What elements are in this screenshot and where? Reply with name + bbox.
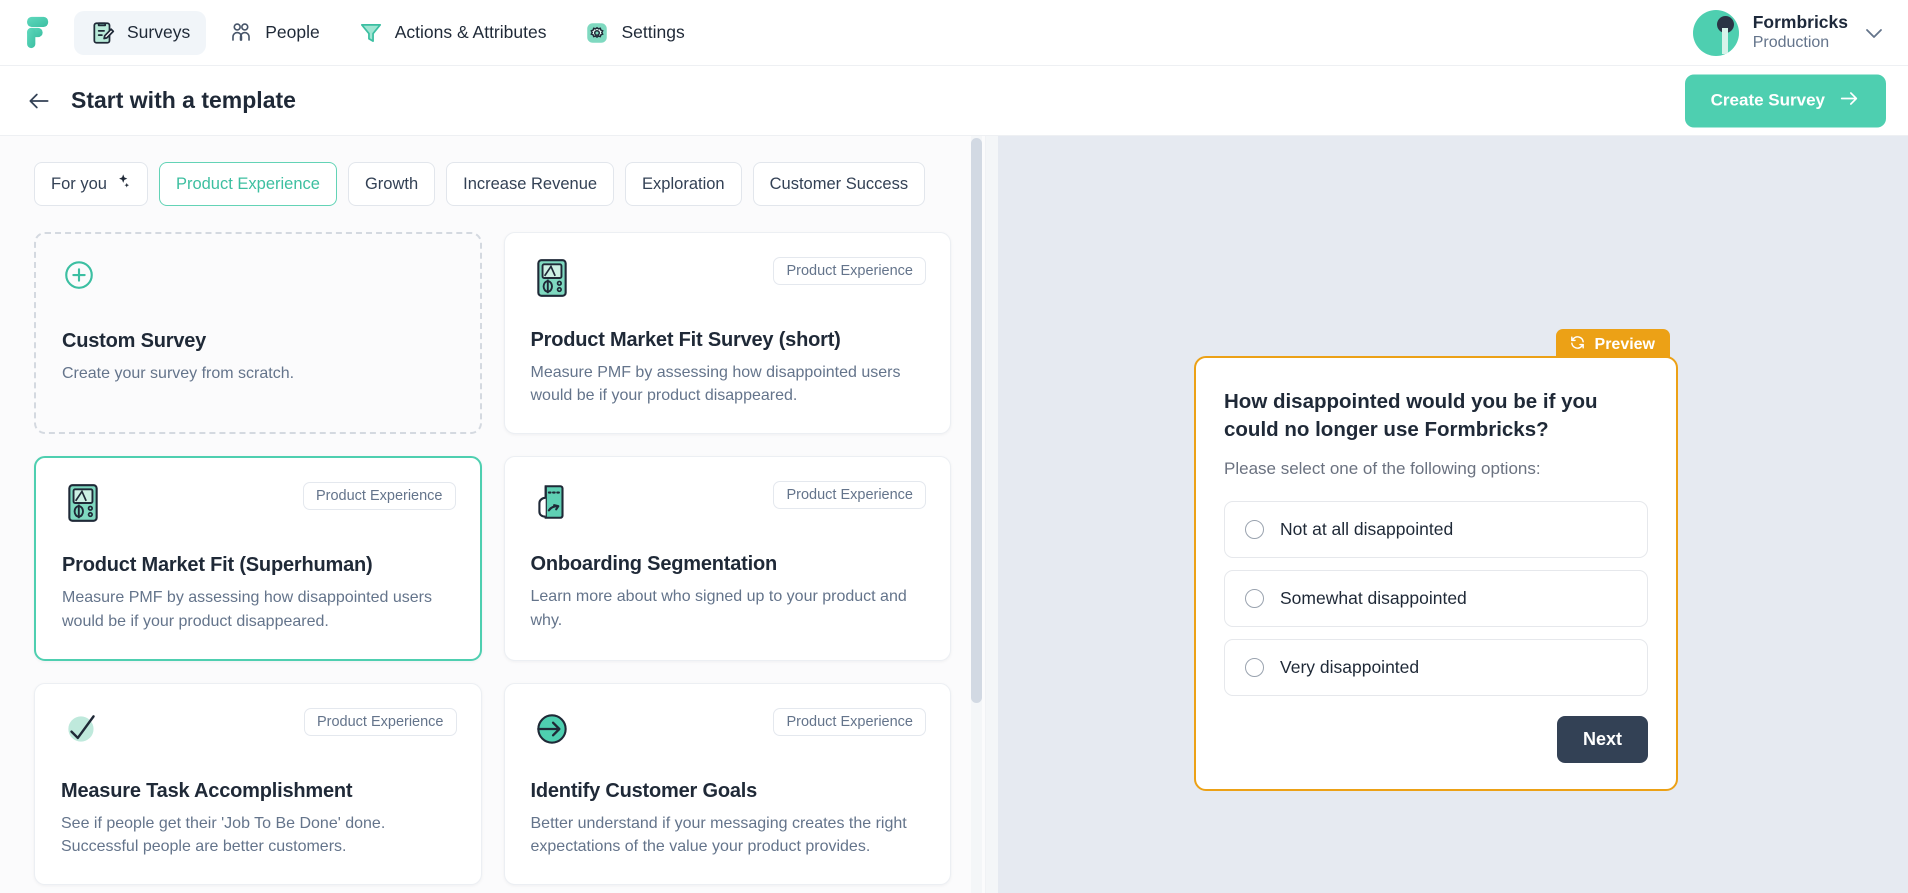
radio-button-icon[interactable]: [1245, 588, 1264, 608]
filter-chip-label: Exploration: [642, 174, 725, 193]
template-tag: Product Experience: [773, 707, 926, 736]
template-grid: Custom Survey Create your survey from sc…: [34, 232, 951, 886]
template-card-custom-survey[interactable]: Custom Survey Create your survey from sc…: [34, 232, 482, 435]
template-card-product-market-fit-superhuman[interactable]: Product Experience Product Market Fit (S…: [34, 456, 482, 661]
nav-item-label: Settings: [621, 22, 685, 42]
people-icon: [228, 20, 254, 46]
template-title: Product Market Fit (Superhuman): [62, 554, 373, 577]
category-filter-bar: For you Product Experience Growth Increa…: [34, 162, 951, 206]
template-description: Better understand if your messaging crea…: [530, 814, 907, 855]
template-title: Onboarding Segmentation: [530, 553, 778, 576]
radio-button-icon[interactable]: [1245, 657, 1264, 677]
survey-question-subtitle: Please select one of the following optio…: [1224, 458, 1541, 478]
hand-tap-icon: [531, 481, 577, 527]
page-title: Start with a template: [71, 87, 296, 113]
page-header: Start with a template Create Survey: [0, 66, 1908, 136]
template-description: Learn more about who signed up to your p…: [530, 588, 907, 629]
template-list-scrollbar[interactable]: [971, 136, 982, 893]
template-title: Product Market Fit Survey (short): [530, 329, 841, 351]
next-button[interactable]: Next: [1556, 715, 1648, 763]
template-description: Create your survey from scratch.: [62, 365, 295, 382]
template-card-product-market-fit-short[interactable]: Product Experience Product Market Fit Su…: [503, 232, 951, 435]
survey-preview-card: How disappointed would you be if you cou…: [1194, 356, 1678, 791]
check-circle-icon: [61, 708, 107, 754]
template-card-measure-task-accomplishment[interactable]: Product Experience Measure Task Accompli…: [34, 682, 482, 886]
radio-button-icon[interactable]: [1245, 519, 1264, 539]
filter-chip-label: Growth: [364, 174, 419, 193]
filter-chip-increase-revenue[interactable]: Increase Revenue: [446, 162, 615, 206]
template-tag: Product Experience: [303, 707, 457, 736]
filter-chip-label: Product Experience: [175, 174, 320, 193]
filter-chip-label: Customer Success: [769, 174, 909, 193]
filter-chip-exploration[interactable]: Exploration: [625, 162, 742, 206]
page-body: For you Product Experience Growth Increa…: [0, 136, 1908, 893]
survey-preview: Preview How disappointed would you be if…: [1194, 329, 1678, 791]
multimeter-icon: [62, 482, 108, 528]
preview-tab-label: Preview: [1594, 336, 1655, 353]
refresh-icon: [1569, 334, 1586, 356]
filter-chip-customer-success[interactable]: Customer Success: [752, 162, 926, 206]
funnel-icon: [358, 20, 384, 46]
arrow-right-icon: [1838, 87, 1860, 114]
filter-chip-product-experience[interactable]: Product Experience: [158, 162, 337, 206]
survey-option-label: Not at all disappointed: [1280, 518, 1454, 539]
survey-actions: Next: [1224, 715, 1648, 763]
account-environment: Production: [1752, 34, 1830, 52]
account-name: Formbricks: [1752, 11, 1848, 32]
template-card-onboarding-segmentation[interactable]: Product Experience Onboarding Segmentati…: [503, 456, 951, 661]
survey-option-somewhat-disappointed[interactable]: Somewhat disappointed: [1224, 569, 1648, 627]
survey-option-very-disappointed[interactable]: Very disappointed: [1224, 638, 1648, 696]
top-navigation-bar: Surveys People Actions & Attributes Sett…: [0, 0, 1908, 66]
nav-item-settings[interactable]: Settings: [568, 11, 700, 55]
template-description: Measure PMF by assessing how disappointe…: [62, 589, 432, 630]
avatar: [1692, 9, 1739, 56]
create-survey-button[interactable]: Create Survey: [1684, 74, 1886, 127]
survey-question-title: How disappointed would you be if you cou…: [1224, 390, 1598, 442]
survey-option-not-at-all-disappointed[interactable]: Not at all disappointed: [1224, 500, 1648, 558]
template-title: Identify Customer Goals: [530, 779, 758, 802]
nav-item-label: People: [265, 22, 320, 42]
survey-preview-pane: Preview How disappointed would you be if…: [998, 136, 1908, 893]
plus-circle-icon: [62, 258, 108, 304]
sparkles-icon: [114, 173, 131, 195]
filter-chip-label: For you: [51, 174, 107, 193]
gear-icon: [584, 20, 610, 46]
chevron-down-icon[interactable]: [1862, 21, 1886, 45]
nav-item-surveys[interactable]: Surveys: [74, 10, 207, 55]
template-title: Measure Task Accomplishment: [61, 779, 353, 802]
clipboard-pencil-icon: [90, 20, 116, 46]
template-list-pane: For you Product Experience Growth Increa…: [0, 136, 985, 893]
template-tag: Product Experience: [302, 482, 456, 511]
template-description: See if people get their 'Job To Be Done'…: [61, 814, 386, 855]
template-title: Custom Survey: [62, 330, 207, 352]
nav-item-label: Surveys: [127, 22, 191, 42]
nav-item-people[interactable]: People: [212, 11, 336, 55]
filter-chip-label: Increase Revenue: [463, 174, 598, 193]
multimeter-icon: [531, 257, 577, 303]
nav-items: Surveys People Actions & Attributes Sett…: [74, 10, 701, 55]
filter-chip-for-you[interactable]: For you: [34, 162, 148, 206]
template-card-identify-customer-goals[interactable]: Product Experience Identify Customer Goa…: [503, 682, 951, 886]
arrow-left-icon[interactable]: [22, 84, 56, 118]
formbricks-logo-icon[interactable]: [22, 16, 56, 50]
create-survey-label: Create Survey: [1710, 90, 1825, 110]
nav-item-actions-attributes[interactable]: Actions & Attributes: [342, 11, 563, 55]
template-tag: Product Experience: [773, 257, 926, 285]
nav-item-label: Actions & Attributes: [394, 22, 547, 42]
account-switcher[interactable]: Formbricks Production: [1692, 9, 1886, 56]
filter-chip-growth[interactable]: Growth: [347, 162, 436, 206]
account-text: Formbricks Production: [1753, 12, 1848, 54]
template-tag: Product Experience: [773, 481, 926, 510]
arrow-right-circle-icon: [531, 708, 577, 754]
scrollbar-thumb[interactable]: [971, 138, 982, 703]
survey-option-label: Very disappointed: [1280, 656, 1420, 677]
survey-option-label: Somewhat disappointed: [1280, 587, 1467, 608]
pane-divider: [985, 136, 998, 893]
template-description: Measure PMF by assessing how disappointe…: [530, 364, 901, 405]
